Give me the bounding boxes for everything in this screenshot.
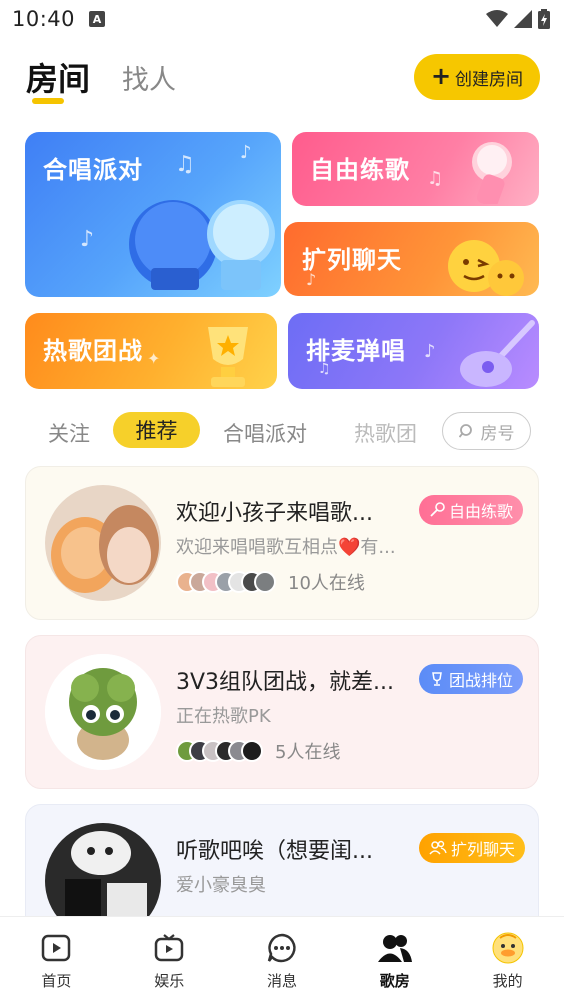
- room-card[interactable]: 欢迎小孩子来唱歌... 欢迎来唱唱歌互相点❤️有... 自由练歌 10人在线: [25, 466, 539, 620]
- room-description: 正在热歌PK: [176, 706, 271, 727]
- room-card[interactable]: 3V3组队团战，就差... 正在热歌PK 团战排位 5人在线: [25, 635, 539, 789]
- nav-song-room[interactable]: 歌房: [338, 917, 451, 1004]
- music-note-icon: ♪: [424, 341, 436, 362]
- duck-avatar-icon: [491, 931, 525, 965]
- chat-bubble-icon: [265, 931, 299, 965]
- room-tag-label: 扩列聊天: [451, 840, 516, 859]
- room-tag: 团战排位: [419, 664, 524, 694]
- nav-label: 首页: [41, 972, 72, 990]
- filter-chorus-party[interactable]: 合唱派对: [223, 418, 307, 448]
- signal-icon: [514, 10, 532, 28]
- room-title: 3V3组队团战，就差...: [176, 670, 395, 695]
- create-room-label: 创建房间: [455, 69, 524, 90]
- nav-label: 我的: [492, 972, 523, 990]
- trophy-illustration: [208, 327, 248, 387]
- category-label: 热歌团战: [43, 337, 143, 365]
- tab-find-people[interactable]: 找人: [122, 58, 176, 97]
- category-label: 扩列聊天: [302, 246, 402, 274]
- room-description: 爱小豪臭臭: [176, 875, 266, 896]
- room-description: 欢迎来唱唱歌互相点❤️有...: [176, 537, 396, 558]
- tv-icon: [152, 931, 186, 965]
- notification-a-icon: A: [89, 11, 106, 27]
- battery-icon: [538, 9, 550, 29]
- nav-home[interactable]: 首页: [0, 917, 113, 1004]
- play-square-icon: [39, 931, 73, 965]
- category-chorus-party[interactable]: 合唱派对 ♫ ♪ ♪: [25, 132, 281, 297]
- group-icon: [429, 840, 447, 855]
- music-note-icon: ♪: [240, 142, 252, 163]
- room-number-label: 房号: [480, 423, 515, 444]
- create-room-button[interactable]: + 创建房间: [414, 54, 540, 100]
- nav-entertainment[interactable]: 娱乐: [113, 917, 226, 1004]
- nav-label: 歌房: [379, 972, 410, 990]
- nav-mine[interactable]: 我的: [451, 917, 564, 1004]
- online-count: 10人在线: [288, 573, 365, 594]
- room-avatar: [45, 485, 161, 601]
- online-members: 10人在线: [176, 569, 365, 595]
- filter-hot-song[interactable]: 热歌团: [354, 418, 417, 448]
- music-note-icon: ♫: [427, 168, 444, 189]
- music-note-icon: ♪: [80, 227, 95, 252]
- filter-follow[interactable]: 关注: [48, 418, 90, 448]
- room-filter-bar: 关注 推荐 合唱派对 热歌团 房号: [0, 410, 564, 452]
- status-bar: 10:40 A: [0, 0, 564, 38]
- emoji-illustration: [448, 240, 524, 296]
- wifi-icon: [486, 10, 508, 27]
- nav-messages[interactable]: 消息: [226, 917, 339, 1004]
- category-hot-song-battle[interactable]: 热歌团战 ✦: [25, 313, 277, 389]
- room-tag: 自由练歌: [419, 495, 524, 525]
- member-avatar: [254, 571, 276, 593]
- music-note-icon: ♫: [318, 361, 331, 377]
- music-note-icon: ♫: [175, 152, 195, 177]
- nav-label: 消息: [266, 972, 297, 990]
- category-expand-chat[interactable]: 扩列聊天 ♪: [284, 222, 539, 296]
- search-icon: [458, 424, 472, 438]
- room-tag-label: 自由练歌: [449, 502, 514, 521]
- room-tag: 扩列聊天: [419, 833, 526, 863]
- online-members: 5人在线: [176, 738, 340, 764]
- filter-recommended[interactable]: 推荐: [113, 412, 200, 448]
- status-time: 10:40: [12, 7, 76, 31]
- online-count: 5人在线: [275, 742, 341, 763]
- category-queue-sing[interactable]: 排麦弹唱 ♪ ♫: [288, 313, 539, 389]
- header: 房间 找人 + 创建房间: [0, 50, 564, 110]
- category-label: 自由练歌: [310, 156, 410, 184]
- plus-icon: +: [430, 62, 452, 90]
- category-label: 合唱派对: [43, 156, 143, 184]
- people-icon: [377, 931, 412, 965]
- room-avatar: [45, 654, 161, 770]
- status-indicators: [486, 9, 550, 29]
- room-number-search[interactable]: 房号: [442, 412, 531, 450]
- sparkle-icon: ✦: [147, 349, 161, 368]
- room-title: 听歌吧唉（想要闺...: [176, 839, 373, 864]
- member-avatar: [241, 740, 263, 762]
- microphone-illustration: [472, 142, 512, 204]
- tab-rooms[interactable]: 房间: [26, 54, 90, 100]
- bottom-navigation: 首页 娱乐 消息 歌房 我的: [0, 916, 564, 1004]
- room-title: 欢迎小孩子来唱歌...: [176, 501, 373, 526]
- category-free-practice[interactable]: 自由练歌 ♫: [292, 132, 539, 206]
- nav-label: 娱乐: [154, 972, 185, 990]
- microphone-icon: [430, 502, 445, 517]
- active-tab-indicator: [32, 98, 64, 104]
- microphone-illustration: [129, 200, 275, 290]
- music-note-icon: ♪: [306, 270, 317, 289]
- trophy-icon: [432, 672, 442, 686]
- guitar-illustration: [460, 320, 535, 387]
- room-tag-label: 团战排位: [449, 671, 514, 690]
